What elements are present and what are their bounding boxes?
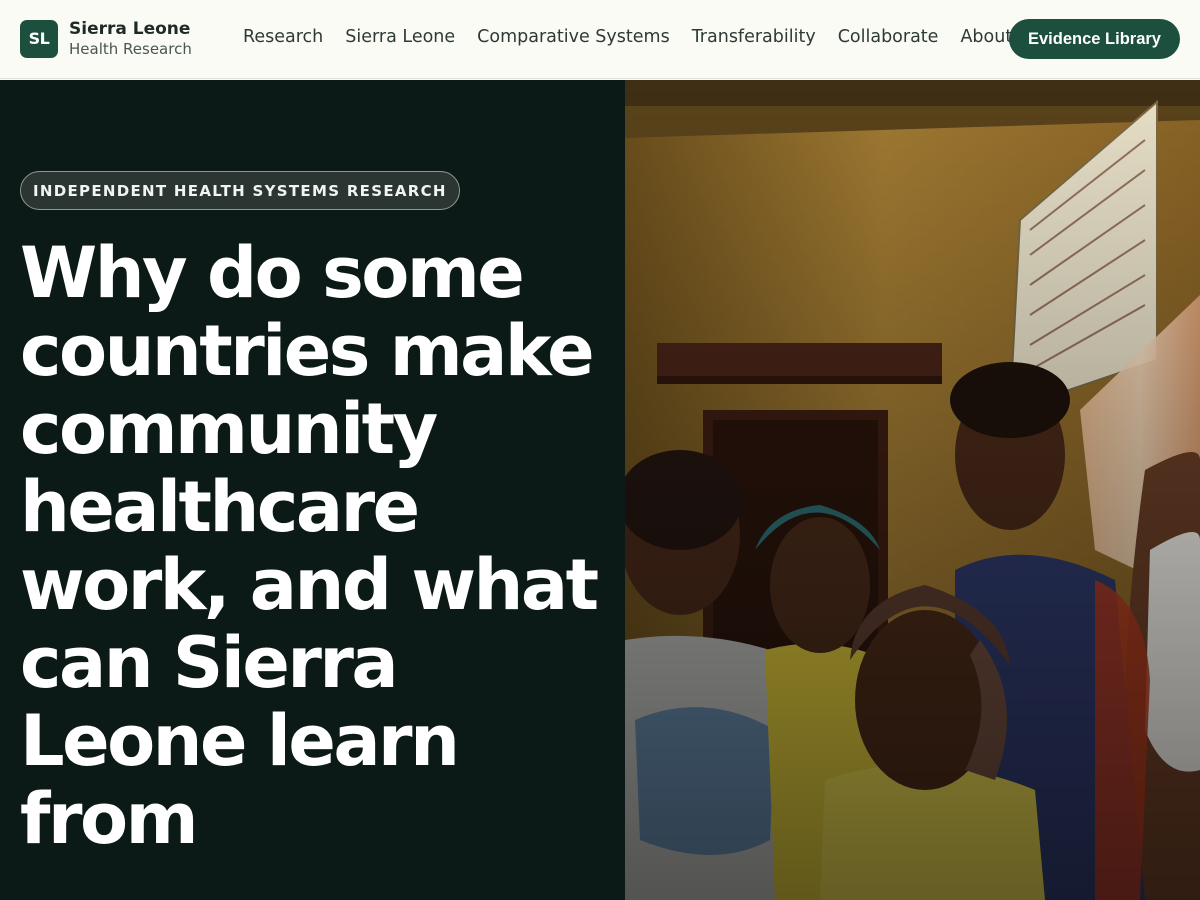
site-header: SL Sierra Leone Health Research Research… <box>0 0 1200 79</box>
nav-link-sierra-leone[interactable]: Sierra Leone <box>334 27 466 47</box>
hero-headline: Why do some countries make community hea… <box>20 232 599 860</box>
nav-link-transferability[interactable]: Transferability <box>681 27 827 47</box>
brand-subtitle: Health Research <box>69 40 192 59</box>
nav-link-research[interactable]: Research <box>232 27 334 47</box>
hero-photo <box>625 80 1200 900</box>
hero-photo-illustration <box>625 80 1200 900</box>
nav-link-collaborate[interactable]: Collaborate <box>827 27 950 47</box>
brand-mark: SL <box>20 19 58 58</box>
nav-link-comparative-systems[interactable]: Comparative Systems <box>466 27 681 47</box>
evidence-library-button[interactable]: Evidence Library <box>1009 19 1180 59</box>
brand-logo-link[interactable]: SL Sierra Leone Health Research <box>20 19 192 58</box>
brand-name: Sierra Leone <box>69 19 191 39</box>
hero-eyebrow-badge: INDEPENDENT HEALTH SYSTEMS RESEARCH <box>20 171 460 210</box>
photo-vignette <box>625 80 1200 900</box>
main-nav: Research Sierra Leone Comparative System… <box>232 27 1023 47</box>
hero-text-panel: INDEPENDENT HEALTH SYSTEMS RESEARCH Why … <box>0 80 625 900</box>
brand-text: Sierra Leone Health Research <box>69 19 192 58</box>
